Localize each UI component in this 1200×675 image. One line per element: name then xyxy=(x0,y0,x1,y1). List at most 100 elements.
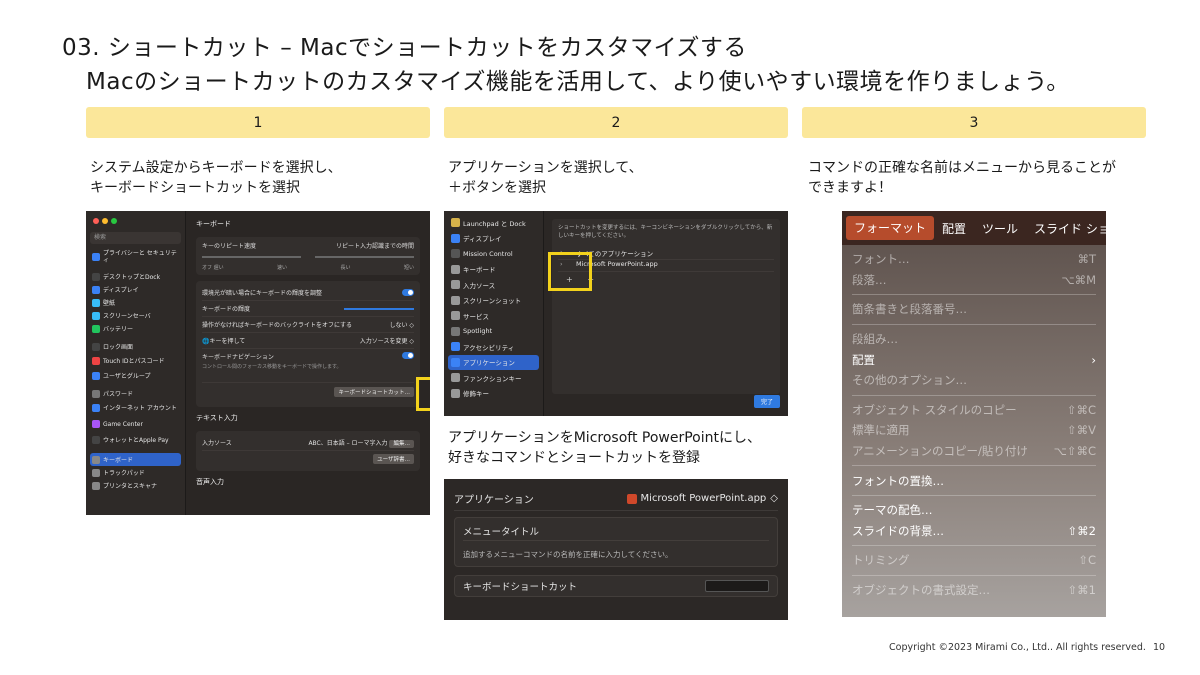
shortcut-category-icon xyxy=(451,249,460,259)
backlight-select[interactable]: しない ◇ xyxy=(389,320,414,329)
menu-item-shortcut: ⇧⌘2 xyxy=(1067,523,1096,538)
menu-tools[interactable]: ツール xyxy=(974,220,1026,237)
sidebar-item[interactable]: バッテリー xyxy=(90,322,181,335)
sidebar-item-label: プリンタとスキャナ xyxy=(103,483,158,490)
shortcut-category-icon xyxy=(451,233,460,243)
menu-item[interactable]: テーマの配色… xyxy=(852,500,1096,521)
menu-item[interactable]: フォントの置換… xyxy=(852,470,1096,491)
menu-separator xyxy=(852,574,1096,576)
sidebar-item[interactable]: インターネット アカウント xyxy=(90,400,181,416)
window-controls xyxy=(93,218,181,224)
repeat-rate-label: キーのリピート速度 xyxy=(202,243,257,250)
format-menu-screenshot: フォーマット 配置 ツール スライド ショ フォント… ⌘T 段落… ⌥⌘M 箇条書きと… xyxy=(842,211,1106,617)
sidebar-item[interactable]: キーボード xyxy=(90,453,181,466)
step-2-description: アプリケーションを選択して、 ＋ボタンを選択 xyxy=(448,160,643,196)
step-3-description: コマンドの正確な名前はメニューから見ることが できますよ！ xyxy=(808,160,1116,196)
menu-item[interactable]: アニメーションのコピー/貼り付け ⌥⇧⌘C xyxy=(852,441,1096,462)
menu-item-shortcut: ⌥⌘M xyxy=(1061,272,1096,287)
menu-item[interactable]: トリミング ⇧C xyxy=(852,550,1096,571)
auto-brightness-toggle[interactable] xyxy=(402,289,414,296)
sidebar-item[interactable]: ユーザとグループ xyxy=(90,369,181,382)
done-button[interactable]: 完了 xyxy=(753,395,780,408)
sidebar-item[interactable]: 壁紙 xyxy=(90,296,181,309)
sidebar-item[interactable]: スクリーンセーバ xyxy=(90,309,181,322)
shortcut-key-field[interactable] xyxy=(705,580,769,592)
menu-item[interactable]: オブジェクト スタイルのコピー ⇧⌘C xyxy=(852,400,1096,421)
sidebar-item[interactable]: Touch IDとパスコード xyxy=(90,353,181,369)
menu-item[interactable]: 配置 › xyxy=(852,349,1096,370)
repeat-panel: キーのリピート速度 リピート入力認識までの時間 オフ 遅い 速い 長い 短い xyxy=(196,237,420,275)
sidebar-item[interactable]: ウォレットとApple Pay xyxy=(90,432,181,448)
menu-separator xyxy=(852,545,1096,547)
sidebar-item[interactable]: トラックパッド xyxy=(90,466,181,479)
system-settings-screenshot: 検索 プライバシーと セキュリティ デスクトップとDock ディスプレイ 壁紙 スクリー… xyxy=(86,211,430,515)
menu-item[interactable]: スライドの背景… ⇧⌘2 xyxy=(852,521,1096,542)
menu-item[interactable]: 段組み… xyxy=(852,329,1096,350)
user-dictionary-button[interactable]: ユーザ辞書… xyxy=(373,454,414,464)
sidebar-item[interactable]: デスクトップとDock xyxy=(90,270,181,283)
settings-category-icon xyxy=(92,342,100,351)
menu-title-input[interactable]: 追加するメニューコマンドの名前を正確に入力してください。 xyxy=(463,549,769,560)
sidebar-item[interactable]: パスワード xyxy=(90,387,181,400)
keyboard-options-panel: 環境光が暗い場合にキーボードの輝度を調整 キーボードの輝度 操作がなければキーボ… xyxy=(196,281,420,407)
sidebar-item[interactable]: アプリケーション xyxy=(448,354,539,370)
sidebar-item[interactable]: Spotlight xyxy=(448,324,539,340)
sidebar-item[interactable]: プライバシーと セキュリティ xyxy=(90,249,181,265)
settings-search-input[interactable]: 検索 xyxy=(90,232,181,244)
sidebar-item[interactable]: ロック画面 xyxy=(90,340,181,353)
repeat-delay-slider[interactable] xyxy=(315,256,414,258)
step-2-extra-description: アプリケーションをMicrosoft PowerPointにし、 好きなコマンド… xyxy=(448,430,761,466)
settings-category-icon xyxy=(92,371,100,380)
sidebar-item[interactable]: プリンタとスキャナ xyxy=(90,479,181,492)
repeat-rate-slider[interactable] xyxy=(202,256,301,258)
minimize-icon[interactable] xyxy=(102,218,108,224)
menu-bar: フォーマット 配置 ツール スライド ショ xyxy=(842,211,1106,245)
menu-item-label: フォント… xyxy=(852,252,910,267)
menu-item[interactable]: 段落… ⌥⌘M xyxy=(852,270,1096,291)
pane-title: キーボード xyxy=(196,220,231,228)
sidebar-item[interactable]: サービス xyxy=(448,308,539,324)
sidebar-item[interactable]: ディスプレイ xyxy=(448,231,539,247)
settings-category-icon xyxy=(92,324,100,333)
shortcut-category-icon xyxy=(451,357,460,367)
application-row: アプリケーション Microsoft PowerPoint.app ◇ xyxy=(454,487,778,511)
sidebar-item[interactable]: アクセシビリティ xyxy=(448,339,539,355)
sidebar-item[interactable]: 修飾キー xyxy=(448,386,539,402)
brightness-slider[interactable] xyxy=(344,307,414,310)
globe-key-select[interactable]: 入力ソースを変更 ◇ xyxy=(360,336,414,345)
sidebar-item[interactable]: ファンクションキー xyxy=(448,370,539,386)
keyboard-navigation-toggle[interactable] xyxy=(402,352,414,359)
sidebar-item-label: ファンクションキー xyxy=(463,374,522,383)
edit-input-source-button[interactable]: 編集… xyxy=(389,440,414,448)
sidebar-item[interactable]: Mission Control xyxy=(448,246,539,262)
sidebar-item[interactable]: Launchpad と Dock xyxy=(448,215,539,231)
settings-category-icon xyxy=(92,468,100,477)
sidebar-item[interactable]: Game Center xyxy=(90,416,181,432)
sidebar-item[interactable]: キーボード xyxy=(448,262,539,278)
menu-format[interactable]: フォーマット xyxy=(846,216,935,240)
zoom-icon[interactable] xyxy=(111,218,117,224)
keyboard-settings-pane: キーボード キーのリピート速度 リピート入力認識までの時間 オフ 遅い 速い 長… xyxy=(186,211,430,515)
settings-category-icon xyxy=(92,311,100,320)
sidebar-item-label: インターネット アカウント xyxy=(103,404,177,412)
menu-item[interactable]: オブジェクトの書式設定… ⇧⌘1 xyxy=(852,580,1096,601)
menu-item[interactable]: 箇条書きと段落番号… xyxy=(852,299,1096,320)
menu-item[interactable]: その他のオプション… xyxy=(852,370,1096,391)
keyboard-shortcuts-screenshot: Launchpad と Dock ディスプレイ Mission Control キーボ… xyxy=(444,211,788,416)
menu-item[interactable]: フォント… ⌘T xyxy=(852,249,1096,270)
close-icon[interactable] xyxy=(93,218,99,224)
menu-item[interactable]: 標準に適用 ⇧⌘V xyxy=(852,420,1096,441)
setting-row: 🌐キーを押して 入力ソースを変更 ◇ xyxy=(202,333,414,349)
sidebar-item[interactable]: ディスプレイ xyxy=(90,283,181,296)
shortcut-info-text: ショートカットを変更するには、キーコンビネーションをダブルクリックしてから、新し… xyxy=(558,225,773,239)
keyboard-shortcuts-button[interactable]: キーボードショートカット… xyxy=(334,387,414,397)
menu-arrange[interactable]: 配置 xyxy=(934,220,974,237)
settings-category-icon xyxy=(92,389,100,398)
menu-separator xyxy=(852,465,1096,467)
sidebar-item[interactable]: 入力ソース xyxy=(448,277,539,293)
sidebar-item[interactable]: スクリーンショット xyxy=(448,293,539,309)
highlight-frame xyxy=(548,252,592,291)
application-select[interactable]: Microsoft PowerPoint.app ◇ xyxy=(626,493,778,504)
menu-item-label: フォントの置換… xyxy=(852,473,944,488)
menu-slideshow[interactable]: スライド ショ xyxy=(1026,220,1106,237)
